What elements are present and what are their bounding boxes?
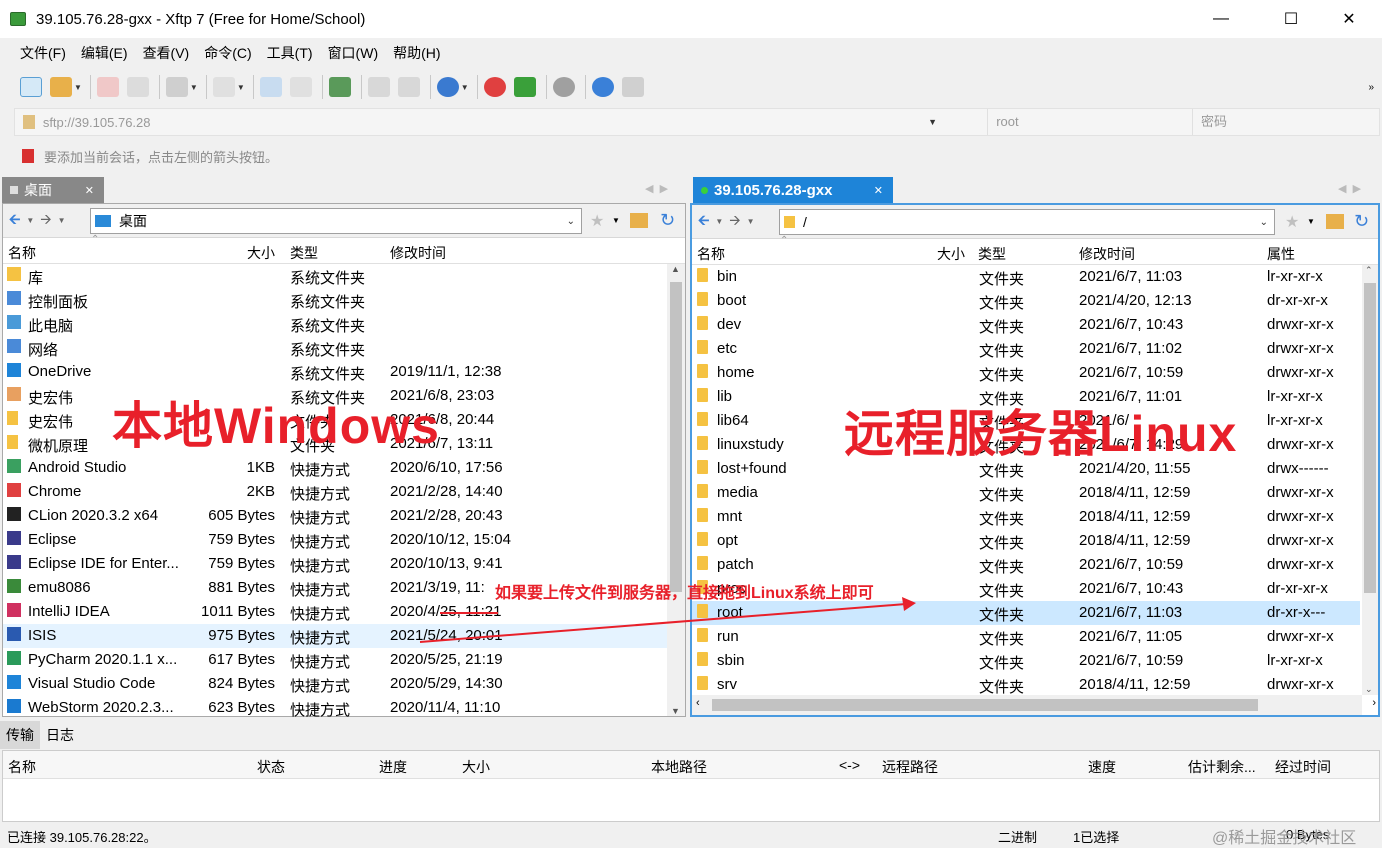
col-name[interactable]: 名称 bbox=[8, 757, 36, 777]
col-progress[interactable]: 进度 bbox=[379, 757, 407, 777]
transfer-mode: 二进制 bbox=[998, 830, 1038, 845]
col-elapsed[interactable]: 经过时间 bbox=[1275, 757, 1331, 777]
col-speed[interactable]: 速度 bbox=[1088, 757, 1116, 777]
bottom-tab-bar: 传输 日志 bbox=[0, 721, 1382, 749]
watermark: @稀土掘金技术社区 bbox=[1212, 830, 1357, 847]
annotation-arrows bbox=[419, 597, 916, 643]
selection-count: 1已选择 bbox=[1073, 830, 1120, 845]
col-status[interactable]: 状态 bbox=[257, 757, 285, 777]
col-remote-path[interactable]: 远程路径 bbox=[882, 757, 938, 777]
col-size[interactable]: 大小 bbox=[462, 757, 490, 777]
col-direction[interactable]: <-> bbox=[839, 757, 860, 773]
tab-log[interactable]: 日志 bbox=[40, 721, 80, 749]
status-bar: 已连接 39.105.76.28:22。 二进制 1已选择 0 Bytes @稀… bbox=[0, 823, 1382, 847]
annotation-arrow-line bbox=[419, 603, 907, 643]
tab-transfer[interactable]: 传输 bbox=[0, 721, 40, 749]
connection-status: 已连接 39.105.76.28:22。 bbox=[7, 830, 157, 845]
col-local-path[interactable]: 本地路径 bbox=[651, 757, 707, 777]
annotation-arrow-head bbox=[902, 597, 916, 611]
col-eta[interactable]: 估计剩余... bbox=[1188, 757, 1256, 777]
transfer-column-header: 名称 状态 进度 大小 本地路径 <-> 远程路径 速度 估计剩余... 经过时… bbox=[3, 751, 1379, 779]
transfer-queue: 名称 状态 进度 大小 本地路径 <-> 远程路径 速度 估计剩余... 经过时… bbox=[2, 750, 1380, 822]
